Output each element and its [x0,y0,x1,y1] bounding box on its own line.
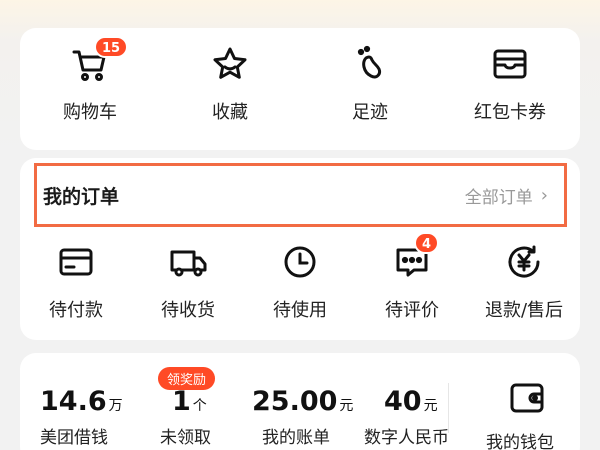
review-count-badge: 4 [414,232,440,254]
unclaimed-label: 未领取 [160,428,211,448]
shortcut-coupons[interactable]: 红包卡券 [440,44,580,124]
clock-icon [281,243,319,285]
bill-value: 25.00 [252,386,338,417]
cart-count-badge: 15 [94,36,129,58]
digital-rmb-unit: 元 [423,398,438,414]
shortcut-favorites[interactable]: 收藏 [160,44,300,124]
digital-rmb-label: 数字人民币 [364,428,449,448]
loan-label: 美团借钱 [40,428,108,448]
footprint-icon [350,44,390,88]
order-pending-receipt[interactable]: 待收货 [132,242,244,322]
refund-icon [505,243,543,285]
bill-label: 我的账单 [262,428,330,448]
finance-loan[interactable]: 14.6 万 美团借钱 [40,386,123,448]
finance-divider [448,383,449,433]
finance-digital-rmb[interactable]: 40 元 数字人民币 [364,386,449,448]
order-pending-review[interactable]: 4 待评价 [356,232,468,322]
all-orders-label: 全部订单 [464,187,533,208]
wallet-icon [508,380,546,420]
order-pending-payment[interactable]: 待付款 [20,242,132,322]
order-status-label: 待收货 [161,300,215,321]
bill-unit: 元 [339,398,354,414]
unclaimed-value: 1 [172,386,191,417]
order-status-row: 待付款 待收货 待使用 4 待评价 退款/售后 [20,232,580,322]
orders-title: 我的订单 [43,185,120,208]
finance-wallet[interactable]: 我的钱包 [486,380,554,450]
shortcut-favorites-label: 收藏 [212,102,248,123]
all-orders-link[interactable]: 全部订单 › [465,183,548,208]
shortcut-cart[interactable]: 15 购物车 [20,36,160,124]
order-status-label: 待评价 [385,300,439,321]
finance-unclaimed[interactable]: 1个 未领取 [160,386,211,448]
order-status-label: 待使用 [273,300,327,321]
star-icon [210,44,250,88]
loan-unit: 万 [108,398,123,414]
unclaimed-unit: 个 [192,398,207,414]
chevron-right-icon: › [540,184,548,206]
loan-value: 14.6 [40,386,107,417]
truck-icon [168,243,208,285]
orders-header: 我的订单 全部订单 › [34,163,567,227]
shortcut-cart-label: 购物车 [63,102,117,123]
shortcut-coupons-label: 红包卡券 [474,102,546,123]
order-refund[interactable]: 退款/售后 [468,242,580,322]
wallet-card-icon [490,44,530,88]
order-status-label: 待付款 [49,300,103,321]
shortcut-footprints[interactable]: 足迹 [300,44,440,124]
shortcuts-row: 15 购物车 收藏 足迹 红包卡券 [20,36,580,124]
wallet-label: 我的钱包 [486,433,554,450]
digital-rmb-value: 40 [384,386,422,417]
order-pending-use[interactable]: 待使用 [244,242,356,322]
shortcut-footprints-label: 足迹 [352,102,388,123]
card-icon [57,243,95,285]
order-status-label: 退款/售后 [484,300,564,321]
finance-bill[interactable]: 25.00 元 我的账单 [252,386,353,448]
shortcuts-card: 15 购物车 收藏 足迹 红包卡券 [20,28,580,150]
orders-card: 我的订单 全部订单 › 待付款 待收货 待使用 4 待评价 退款/售后 [20,158,580,340]
